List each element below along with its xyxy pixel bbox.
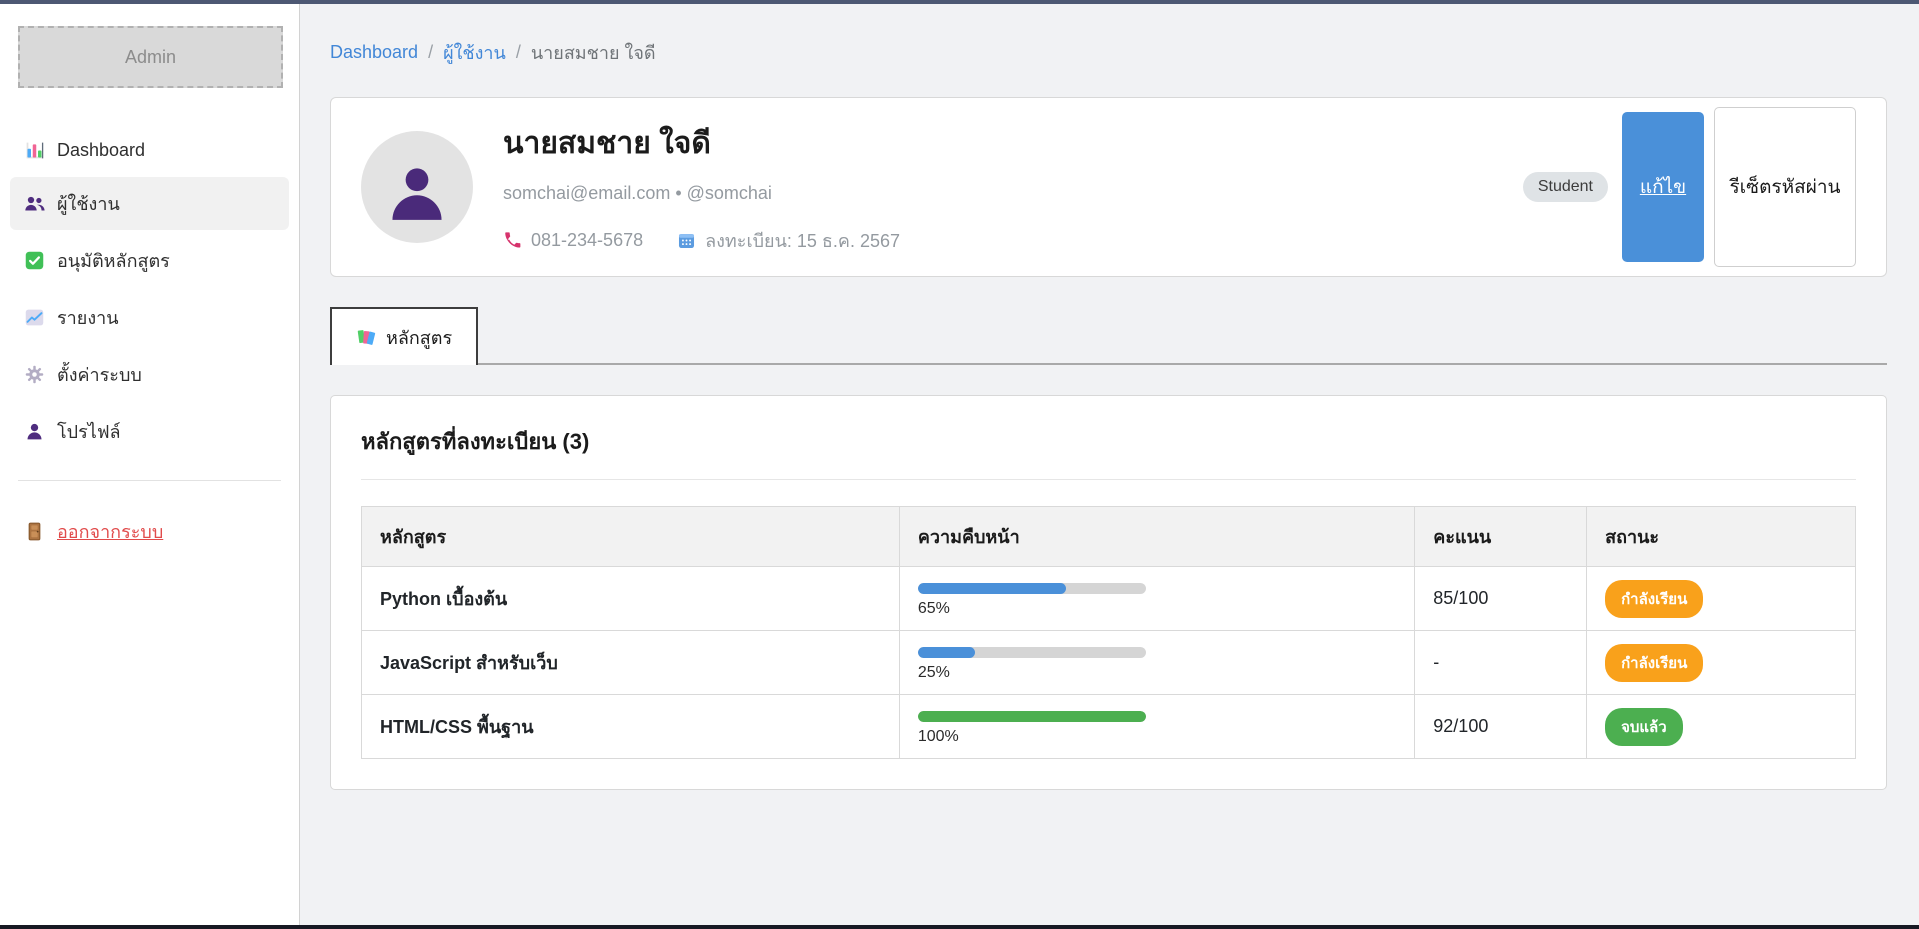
registered-date: ลงทะเบียน: 15 ธ.ค. 2567 bbox=[705, 226, 900, 255]
users-icon bbox=[24, 193, 45, 214]
score-cell: 85/100 bbox=[1415, 567, 1587, 631]
score-cell: - bbox=[1415, 631, 1587, 695]
user-email-handle: somchai@email.com • @somchai bbox=[503, 183, 1493, 204]
main-content: Dashboard / ผู้ใช้งาน / นายสมชาย ใจดี นา… bbox=[300, 4, 1919, 925]
page-title-user-name: นายสมชาย ใจดี bbox=[503, 120, 1493, 167]
score-cell: 92/100 bbox=[1415, 695, 1587, 759]
app-root: Admin Dashboard ผู้ใช้งาน อนุมัติหลักสูต… bbox=[0, 4, 1919, 925]
section-divider bbox=[361, 479, 1856, 480]
sidebar-item-label: ผู้ใช้งาน bbox=[57, 189, 120, 218]
registered-item: ลงทะเบียน: 15 ธ.ค. 2567 bbox=[677, 226, 900, 255]
course-name: HTML/CSS พื้นฐาน bbox=[362, 695, 900, 759]
progress-label: 25% bbox=[918, 664, 1396, 682]
sidebar-item-label: ตั้งค่าระบบ bbox=[57, 360, 142, 389]
admin-brand-box: Admin bbox=[18, 26, 283, 88]
reset-password-button[interactable]: รีเซ็ตรหัสผ่าน bbox=[1714, 107, 1856, 267]
breadcrumb-current: นายสมชาย ใจดี bbox=[531, 38, 656, 67]
calendar-icon bbox=[677, 231, 696, 250]
progress-bar bbox=[918, 647, 1146, 658]
phone-icon bbox=[503, 231, 522, 250]
admin-brand-label: Admin bbox=[125, 47, 176, 68]
profile-actions: Student แก้ไข รีเซ็ตรหัสผ่าน bbox=[1523, 107, 1856, 267]
avatar bbox=[361, 131, 473, 243]
status-badge: กำลังเรียน bbox=[1605, 580, 1703, 618]
door-icon bbox=[24, 521, 45, 542]
dashboard-icon bbox=[24, 140, 45, 161]
logout-button[interactable]: ออกจากระบบ bbox=[10, 507, 289, 556]
sidebar-item-label: รายงาน bbox=[57, 303, 119, 332]
sidebar: Admin Dashboard ผู้ใช้งาน อนุมัติหลักสูต… bbox=[0, 4, 300, 925]
progress-fill bbox=[918, 711, 1146, 722]
course-name: JavaScript สำหรับเว็บ bbox=[362, 631, 900, 695]
column-header-course: หลักสูตร bbox=[362, 507, 900, 567]
course-name: Python เบื้องต้น bbox=[362, 567, 900, 631]
tab-courses-label: หลักสูตร bbox=[386, 323, 452, 352]
profile-card: นายสมชาย ใจดี somchai@email.com • @somch… bbox=[330, 97, 1887, 277]
status-badge: กำลังเรียน bbox=[1605, 644, 1703, 682]
progress-bar bbox=[918, 583, 1146, 594]
table-row: HTML/CSS พื้นฐาน 100% 92/100 จบแล้ว bbox=[362, 695, 1856, 759]
user-meta-row: 081-234-5678 ลงทะเบียน: 15 ธ.ค. 2567 bbox=[503, 226, 1493, 255]
status-badge-role: Student bbox=[1523, 172, 1608, 202]
breadcrumb-separator: / bbox=[428, 42, 433, 63]
breadcrumb-users-link[interactable]: ผู้ใช้งาน bbox=[443, 38, 506, 67]
tab-courses[interactable]: หลักสูตร bbox=[330, 307, 478, 365]
table-row: Python เบื้องต้น 65% 85/100 กำลังเรียน bbox=[362, 567, 1856, 631]
phone-number: 081-234-5678 bbox=[531, 230, 643, 251]
sidebar-item-approve-courses[interactable]: อนุมัติหลักสูตร bbox=[10, 234, 289, 287]
progress-cell: 100% bbox=[899, 695, 1414, 759]
progress-fill bbox=[918, 647, 975, 658]
progress-fill bbox=[918, 583, 1066, 594]
progress-bar bbox=[918, 711, 1146, 722]
sidebar-item-settings[interactable]: ตั้งค่าระบบ bbox=[10, 348, 289, 401]
bottom-edge-bar bbox=[0, 925, 1919, 929]
table-header-row: หลักสูตร ความคืบหน้า คะแนน สถานะ bbox=[362, 507, 1856, 567]
edit-button[interactable]: แก้ไข bbox=[1622, 112, 1704, 262]
breadcrumb-dashboard-link[interactable]: Dashboard bbox=[330, 42, 418, 63]
section-title: หลักสูตรที่ลงทะเบียน (3) bbox=[361, 424, 1856, 459]
reports-chart-icon bbox=[24, 307, 45, 328]
profile-info: นายสมชาย ใจดี somchai@email.com • @somch… bbox=[503, 120, 1493, 255]
books-icon bbox=[356, 327, 376, 347]
sidebar-nav: Dashboard ผู้ใช้งาน อนุมัติหลักสูตร รายง… bbox=[10, 128, 289, 458]
sidebar-item-label: Dashboard bbox=[57, 140, 145, 161]
approve-check-icon bbox=[24, 250, 45, 271]
courses-card: หลักสูตรที่ลงทะเบียน (3) หลักสูตร ความคื… bbox=[330, 395, 1887, 790]
progress-cell: 25% bbox=[899, 631, 1414, 695]
status-cell: กำลังเรียน bbox=[1587, 631, 1856, 695]
sidebar-item-users[interactable]: ผู้ใช้งาน bbox=[10, 177, 289, 230]
person-icon bbox=[24, 421, 45, 442]
phone-item: 081-234-5678 bbox=[503, 230, 643, 251]
sidebar-item-profile[interactable]: โปรไฟล์ bbox=[10, 405, 289, 458]
progress-label: 65% bbox=[918, 600, 1396, 618]
sidebar-item-reports[interactable]: รายงาน bbox=[10, 291, 289, 344]
column-header-status: สถานะ bbox=[1587, 507, 1856, 567]
sidebar-divider bbox=[18, 480, 281, 481]
tab-bar: หลักสูตร bbox=[330, 307, 1887, 365]
column-header-score: คะแนน bbox=[1415, 507, 1587, 567]
breadcrumb: Dashboard / ผู้ใช้งาน / นายสมชาย ใจดี bbox=[330, 38, 1887, 67]
logout-label: ออกจากระบบ bbox=[57, 517, 163, 546]
status-cell: กำลังเรียน bbox=[1587, 567, 1856, 631]
avatar-person-icon bbox=[386, 163, 448, 225]
column-header-progress: ความคืบหน้า bbox=[899, 507, 1414, 567]
sidebar-item-label: อนุมัติหลักสูตร bbox=[57, 246, 170, 275]
table-row: JavaScript สำหรับเว็บ 25% - กำลังเรียน bbox=[362, 631, 1856, 695]
progress-label: 100% bbox=[918, 728, 1396, 746]
gear-icon bbox=[24, 364, 45, 385]
status-cell: จบแล้ว bbox=[1587, 695, 1856, 759]
status-badge: จบแล้ว bbox=[1605, 708, 1683, 746]
progress-cell: 65% bbox=[899, 567, 1414, 631]
courses-table: หลักสูตร ความคืบหน้า คะแนน สถานะ Python … bbox=[361, 506, 1856, 759]
breadcrumb-separator: / bbox=[516, 42, 521, 63]
sidebar-item-label: โปรไฟล์ bbox=[57, 417, 121, 446]
sidebar-item-dashboard[interactable]: Dashboard bbox=[10, 128, 289, 173]
